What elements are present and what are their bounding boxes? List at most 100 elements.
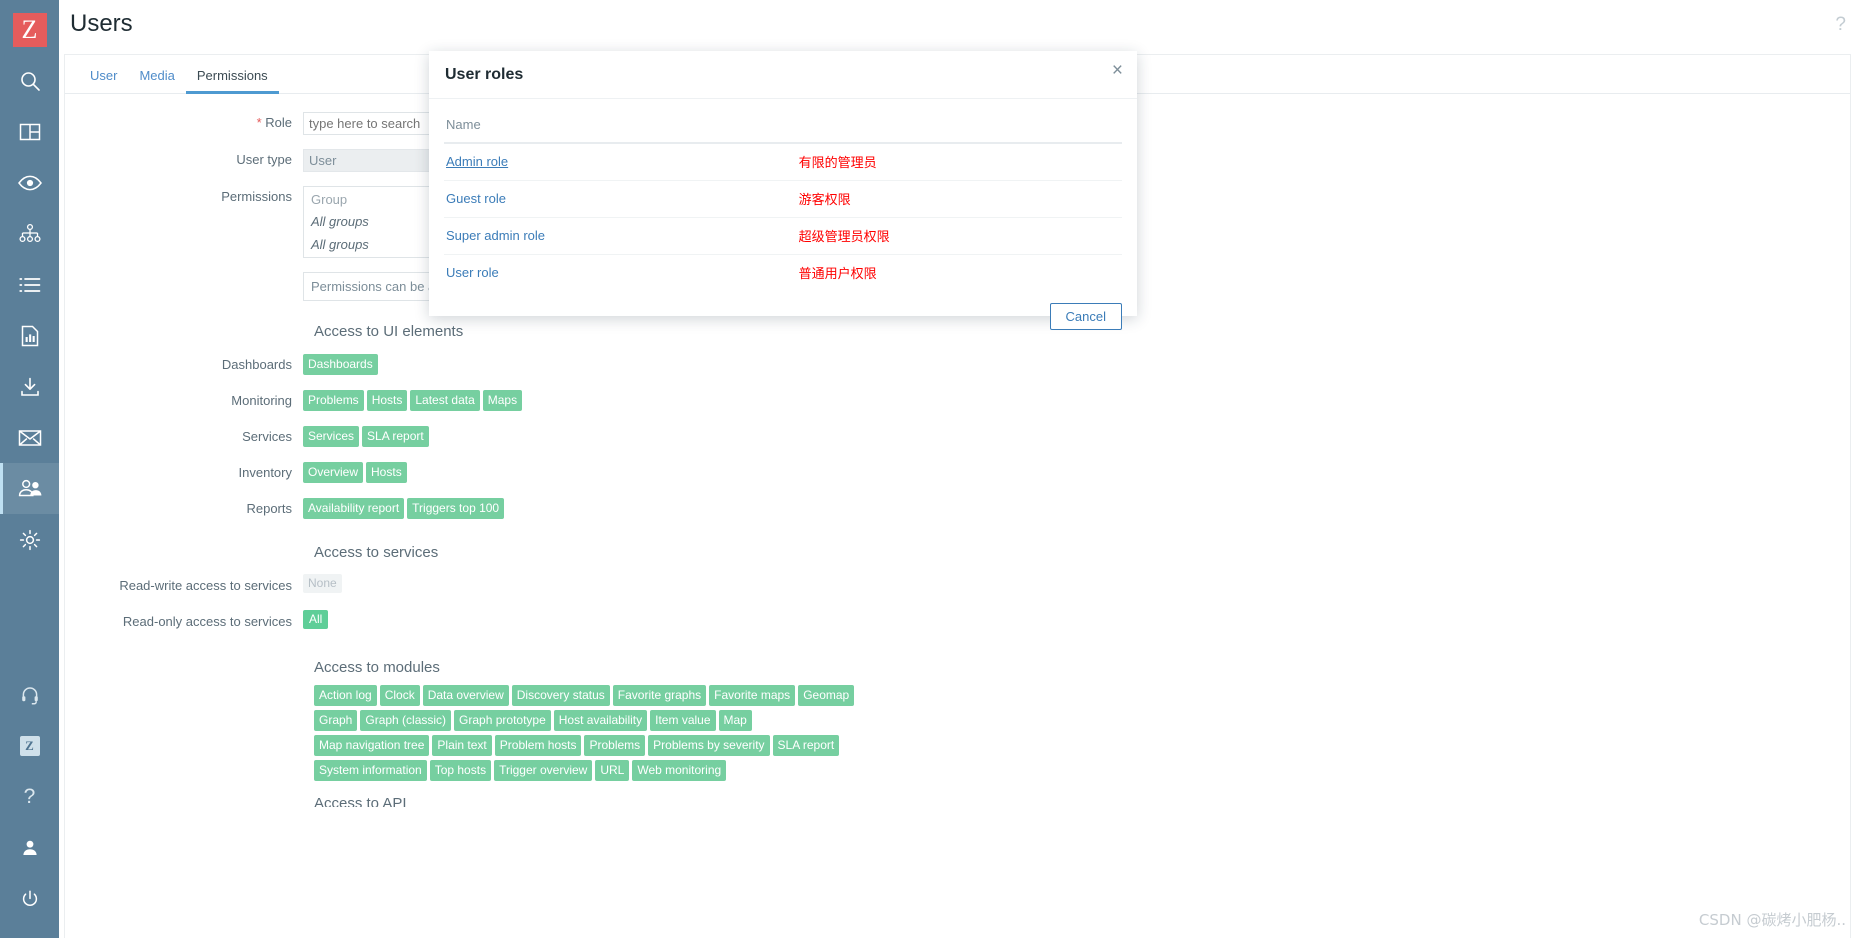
- sidebar-item-help[interactable]: ?: [0, 771, 59, 822]
- role-link-admin[interactable]: Admin role: [446, 154, 508, 169]
- ui-label-services: Services: [242, 429, 292, 444]
- ui-label-reports: Reports: [246, 501, 292, 516]
- ui-tag: Availability report: [303, 498, 405, 519]
- sidebar-item-signout[interactable]: [0, 873, 59, 924]
- read-write-services-value: None: [303, 574, 342, 593]
- ui-label-monitoring: Monitoring: [231, 393, 292, 408]
- permissions-label: Permissions: [221, 189, 292, 204]
- csdn-watermark: CSDN @碳烤小肥杨..: [1698, 911, 1846, 929]
- role-cell: Super admin role: [444, 217, 797, 255]
- sidebar-item-support[interactable]: [0, 669, 59, 720]
- ui-tag: Problems: [303, 390, 364, 411]
- page-header: Users ?: [59, 0, 1860, 47]
- table-row: Guest role 游客权限: [444, 180, 1122, 218]
- user-roles-dialog: User roles × Name Admin role 有限的管理员 Gues…: [429, 51, 1137, 330]
- user-profile-icon: [20, 838, 40, 858]
- module-tag: Graph: [314, 710, 358, 731]
- column-header-annotation: [796, 110, 1122, 144]
- alerts-envelope-icon: [17, 428, 43, 448]
- sidebar-item-alerts[interactable]: [0, 412, 59, 463]
- help-question-icon: ?: [23, 785, 36, 808]
- page-title: Users: [70, 9, 133, 37]
- modules-row: System information Top hosts Trigger ove…: [314, 760, 1314, 781]
- column-header-name: Name: [444, 110, 797, 144]
- ui-tag: Triggers top 100: [407, 498, 505, 519]
- ui-row-reports: Reports Availability report Triggers top…: [65, 498, 1850, 520]
- module-tag: Data overview: [422, 685, 509, 706]
- module-tag: Web monitoring: [632, 760, 727, 781]
- sidebar-item-dashboards[interactable]: [0, 106, 59, 157]
- monitoring-eye-icon: [17, 171, 43, 195]
- cancel-button[interactable]: Cancel: [1049, 303, 1122, 330]
- inventory-list-icon: [18, 275, 42, 295]
- sidebar-item-search[interactable]: [0, 55, 59, 106]
- row-read-only-services: Read-only access to services All: [65, 610, 1850, 633]
- sidebar-item-reports[interactable]: [0, 310, 59, 361]
- sidebar-item-user-settings[interactable]: [0, 822, 59, 873]
- api-section-title: Access to API: [314, 795, 407, 807]
- tab-user[interactable]: User: [79, 68, 128, 93]
- table-row: Super admin role 超级管理员权限: [444, 217, 1122, 255]
- ui-row-monitoring: Monitoring Problems Hosts Latest data Ma…: [65, 390, 1850, 412]
- ui-row-services: Services Services SLA report: [65, 426, 1850, 448]
- services-access-section-title: Access to services: [314, 544, 439, 561]
- module-tag: Problems: [584, 735, 646, 756]
- annotation-super-admin: 超级管理员权限: [796, 217, 1122, 255]
- ui-label-dashboards: Dashboards: [221, 357, 292, 372]
- users-icon: [17, 478, 43, 500]
- ui-tags-monitoring: Problems Hosts Latest data Maps: [303, 390, 523, 411]
- read-write-services-label: Read-write access to services: [119, 578, 292, 593]
- zabbix-logo[interactable]: Z: [12, 13, 47, 47]
- role-cell: User role: [444, 255, 797, 292]
- role-link-guest[interactable]: Guest role: [446, 191, 506, 206]
- sidebar-item-services[interactable]: [0, 208, 59, 259]
- sidebar-item-inventory[interactable]: [0, 259, 59, 310]
- logo-letter: Z: [21, 15, 38, 44]
- module-tag: Problem hosts: [494, 735, 582, 756]
- sidebar-item-monitoring[interactable]: [0, 157, 59, 208]
- module-tag: Trigger overview: [494, 760, 593, 781]
- modules-section-title: Access to modules: [314, 659, 440, 676]
- module-tag: Top hosts: [429, 760, 492, 781]
- ui-tags-reports: Availability report Triggers top 100: [303, 498, 505, 519]
- module-tag: URL: [595, 760, 630, 781]
- module-tag: Graph prototype: [454, 710, 551, 731]
- dashboards-icon: [18, 120, 42, 144]
- ui-tags-inventory: Overview Hosts: [303, 462, 407, 483]
- role-label-text: Role: [265, 115, 292, 130]
- sidebar-item-administration[interactable]: [0, 514, 59, 565]
- module-tag: System information: [314, 760, 427, 781]
- role-cell: Admin role: [444, 143, 797, 181]
- module-tag: Plain text: [432, 735, 492, 756]
- annotation-admin: 有限的管理员: [796, 143, 1122, 181]
- module-tag: Favorite graphs: [612, 685, 707, 706]
- table-header-row: Name: [444, 110, 1122, 144]
- sidebar-item-data-collection[interactable]: [0, 361, 59, 412]
- module-tag: Item value: [650, 710, 716, 731]
- data-collection-icon: [18, 376, 42, 398]
- services-tree-icon: [17, 223, 43, 245]
- module-tag: Discovery status: [511, 685, 610, 706]
- ui-tags-dashboards: Dashboards: [303, 354, 378, 375]
- dialog-body: Name Admin role 有限的管理员 Guest role 游客权限 S…: [429, 99, 1137, 291]
- tab-media[interactable]: Media: [128, 68, 185, 93]
- tab-permissions[interactable]: Permissions: [185, 68, 279, 94]
- module-tag: Geomap: [798, 685, 855, 706]
- module-tag: Action log: [314, 685, 377, 706]
- support-headset-icon: [20, 685, 40, 705]
- permissions-note-spacer: [65, 272, 303, 294]
- annotation-guest: 游客权限: [796, 180, 1122, 218]
- sidebar-item-users[interactable]: [0, 463, 59, 514]
- ui-tag: Latest data: [410, 390, 480, 411]
- module-tag: Favorite maps: [709, 685, 796, 706]
- role-link-user[interactable]: User role: [446, 265, 499, 280]
- ui-row-dashboards: Dashboards Dashboards: [65, 354, 1850, 376]
- dialog-footer: Cancel: [429, 291, 1137, 344]
- ui-tag: Hosts: [366, 390, 408, 411]
- role-link-super-admin[interactable]: Super admin role: [446, 228, 545, 243]
- close-icon[interactable]: ×: [1112, 61, 1123, 80]
- sidebar-item-integrations[interactable]: Z: [0, 720, 59, 771]
- help-question-icon[interactable]: ?: [1835, 14, 1846, 36]
- modules-row: Map navigation tree Plain text Problem h…: [314, 735, 1314, 756]
- sidebar: Z Z ?: [0, 0, 59, 938]
